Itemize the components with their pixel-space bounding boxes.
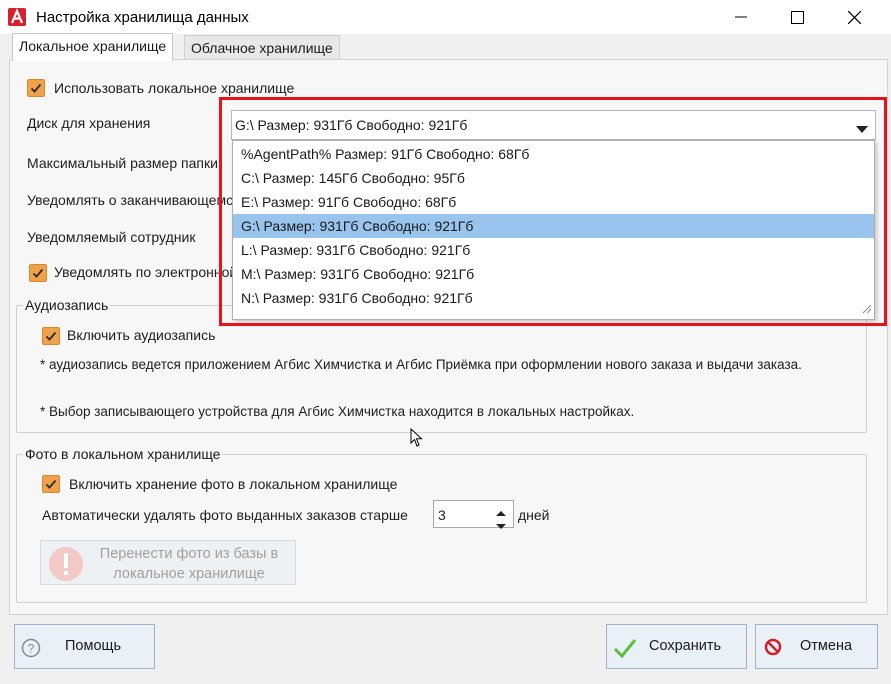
cancel-button[interactable]: Отмена — [755, 624, 878, 669]
move-photos-line-1: Перенести фото из базы в — [99, 546, 279, 562]
max-size-label: Максимальный размер папки — [27, 155, 218, 171]
move-photos-button[interactable]: Перенести фото из базы в локальное храни… — [40, 540, 296, 585]
save-check-icon — [613, 636, 637, 664]
days-value[interactable]: 3 — [438, 507, 446, 523]
close-button[interactable] — [827, 0, 881, 34]
checkmark-icon — [32, 268, 44, 278]
employee-label: Уведомляемый сотрудник — [27, 229, 196, 245]
minimize-icon — [735, 16, 747, 18]
disk-label: Диск для хранения — [27, 115, 151, 131]
highlight-frame — [219, 97, 887, 326]
use-local-label: Использовать локальное хранилище — [54, 80, 295, 96]
svg-text:?: ? — [28, 642, 35, 656]
warning-icon — [47, 545, 85, 587]
cancel-icon — [764, 638, 782, 660]
help-button[interactable]: ? Помощь — [14, 624, 155, 669]
mouse-cursor-icon — [410, 427, 424, 451]
enable-photo-checkbox[interactable] — [42, 475, 60, 493]
enable-photo-label: Включить хранение фото в локальном храни… — [69, 476, 398, 492]
save-label: Сохранить — [649, 638, 722, 654]
email-notify-label: Уведомлять по электронной — [54, 264, 238, 280]
autodelete-label: Автоматически удалять фото выданных зака… — [42, 507, 408, 523]
use-local-checkbox[interactable] — [27, 79, 45, 97]
days-unit-label: дней — [518, 507, 550, 523]
audio-group-title: Аудиозапись — [23, 297, 111, 313]
footer-divider — [9, 614, 886, 615]
maximize-button[interactable] — [770, 0, 824, 34]
tab-local-storage[interactable]: Локальное хранилище — [12, 33, 174, 61]
cancel-label: Отмена — [800, 638, 853, 654]
minimize-button[interactable] — [714, 0, 768, 34]
app-logo-icon — [8, 8, 26, 26]
stepper-down-icon[interactable] — [496, 517, 506, 533]
help-label: Помощь — [65, 638, 122, 654]
checkmark-icon — [45, 479, 57, 489]
close-icon — [847, 10, 861, 24]
photo-group-title: Фото в локальном хранилище — [23, 446, 223, 462]
checkmark-icon — [45, 331, 57, 341]
save-button[interactable]: Сохранить — [606, 624, 747, 669]
checkmark-icon — [30, 83, 42, 93]
maximize-icon — [790, 10, 804, 24]
window-title: Настройка хранилища данных — [36, 9, 249, 26]
enable-audio-checkbox[interactable] — [42, 327, 60, 345]
audio-note-2: * Выбор записывающего устройства для Агб… — [40, 404, 635, 419]
move-photos-line-2: локальное хранилище — [113, 566, 265, 582]
email-notify-checkbox[interactable] — [29, 264, 47, 282]
help-icon: ? — [21, 638, 41, 662]
audio-note-1: * аудиозапись ведется приложением Агбис … — [40, 357, 802, 372]
notify-label: Уведомлять о заканчивающемся — [27, 192, 241, 208]
enable-audio-label: Включить аудиозапись — [67, 327, 216, 343]
tab-cloud-storage[interactable]: Облачное хранилище — [184, 35, 340, 60]
